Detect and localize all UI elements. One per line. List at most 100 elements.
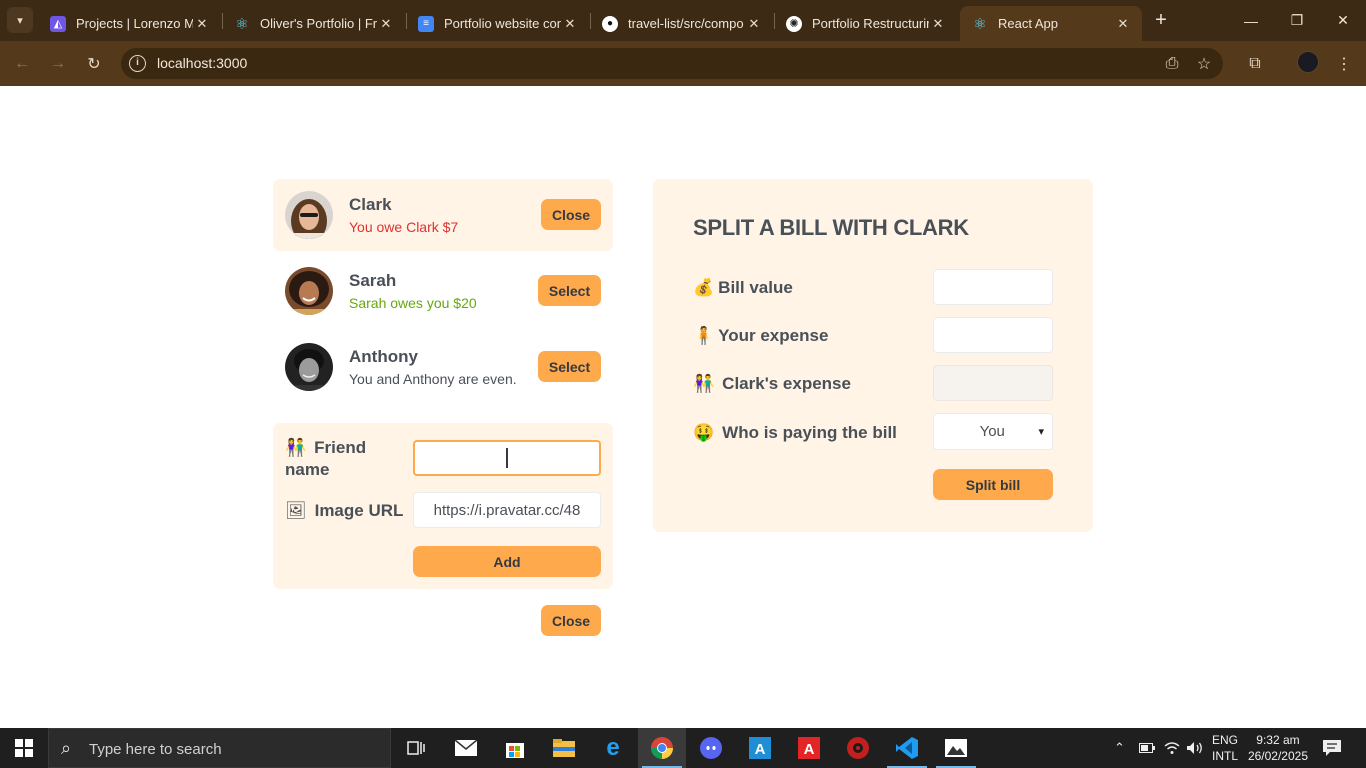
task-view-icon[interactable]	[392, 728, 440, 768]
edge-icon[interactable]: e	[589, 728, 637, 768]
close-tab-icon[interactable]: ✕	[745, 16, 763, 32]
close-tab-icon[interactable]: ✕	[377, 16, 395, 32]
game-app-icon[interactable]	[834, 728, 882, 768]
google-docs-icon: ≡	[418, 15, 434, 32]
split-bill-button[interactable]: Split bill	[933, 469, 1053, 500]
show-hidden-icons[interactable]: ⌃	[1114, 728, 1125, 768]
mail-icon[interactable]	[442, 728, 490, 768]
tab-title: React App	[998, 16, 1058, 31]
close-tab-icon[interactable]: ✕	[561, 16, 579, 32]
text-caret	[506, 448, 508, 468]
friend-name: Clark	[349, 195, 392, 214]
friend-name: Anthony	[349, 347, 418, 366]
close-tab-icon[interactable]: ✕	[1114, 16, 1132, 32]
friend-name: Sarah	[349, 271, 397, 290]
browser-menu-icon[interactable]: ⋮	[1331, 51, 1357, 77]
browser-tab-1[interactable]: ◭ Projects | Lorenzo Mis ✕	[38, 6, 221, 41]
tab-search-button[interactable]: ▾	[7, 7, 33, 33]
svg-text:A: A	[755, 741, 766, 758]
address-url[interactable]: localhost:3000	[157, 55, 247, 71]
friend-item-anthony: Anthony You and Anthony are even. Select	[273, 331, 613, 403]
image-url-label: 🖼 Image URL	[285, 501, 404, 520]
extensions-icon[interactable]: ⧉	[1242, 51, 1268, 77]
windows-taskbar: ⌕ Type here to search e A A ⌃ ENG INTL 9…	[0, 728, 1366, 768]
windows-logo-icon	[15, 739, 33, 757]
back-arrow-icon[interactable]: ←	[9, 51, 35, 77]
friend-balance: You owe Clark $7	[349, 219, 459, 235]
bookmark-star-icon[interactable]: ☆	[1191, 51, 1217, 77]
photos-icon[interactable]	[932, 728, 980, 768]
battery-icon[interactable]	[1139, 728, 1155, 768]
friend-name-input[interactable]	[413, 440, 601, 476]
your-expense-input[interactable]	[933, 317, 1053, 353]
profile-avatar[interactable]	[1297, 51, 1319, 73]
notifications-icon[interactable]	[1322, 728, 1342, 768]
couple-icon: 👫	[693, 374, 715, 393]
react-icon: ⚛	[973, 15, 987, 33]
friend-avatar	[285, 191, 333, 239]
money-face-icon: 🤑	[693, 423, 715, 442]
tab-title: Portfolio Restructurin	[812, 16, 929, 31]
split-bill-form: SPLIT A BILL WITH CLARK 💰 Bill value 🧍 You…	[653, 179, 1093, 532]
friend-item-clark: Clark You owe Clark $7 Close	[273, 179, 613, 251]
forward-arrow-icon[interactable]: →	[45, 51, 71, 77]
discord-icon[interactable]	[687, 728, 735, 768]
browser-tab-2[interactable]: ⚛ Oliver's Portfolio | Fro ✕	[222, 6, 405, 41]
azure-data-studio-icon[interactable]: A	[736, 728, 784, 768]
couple-icon: 👫	[285, 438, 307, 457]
image-url-input[interactable]: https://i.pravatar.cc/48	[413, 492, 601, 528]
add-friend-button[interactable]: Add	[413, 546, 601, 577]
browser-toolbar: ← → ↻ i localhost:3000 ⎙ ☆ ⧉ ⋮	[0, 41, 1366, 86]
search-icon: ⌕	[61, 738, 72, 758]
install-app-icon[interactable]: ⎙	[1159, 51, 1185, 77]
start-button[interactable]	[0, 728, 48, 768]
friend-item-sarah: Sarah Sarah owes you $20 Select	[273, 255, 613, 327]
browser-tab-3[interactable]: ≡ Portfolio website cont ✕	[406, 6, 589, 41]
address-bar[interactable]: i localhost:3000	[121, 48, 1223, 79]
split-bill-title: SPLIT A BILL WITH CLARK	[693, 215, 969, 240]
vscode-icon[interactable]	[883, 728, 931, 768]
glitch-icon: ◭	[50, 15, 66, 32]
react-icon: ⚛	[235, 15, 249, 33]
close-window-button[interactable]: ✕	[1320, 0, 1366, 41]
bill-value-label: 💰 Bill value	[693, 278, 793, 297]
site-info-icon[interactable]: i	[129, 55, 146, 72]
new-tab-button[interactable]: +	[1150, 8, 1172, 32]
svg-text:A: A	[804, 741, 815, 758]
github-icon: ●	[602, 15, 618, 32]
close-add-form-button[interactable]: Close	[541, 605, 601, 636]
select-friend-button[interactable]: Select	[538, 351, 601, 382]
browser-tab-4[interactable]: ● travel-list/src/compo ✕	[590, 6, 773, 41]
picture-icon: 🖼	[285, 501, 307, 520]
restore-button[interactable]: ❐	[1274, 0, 1320, 41]
reload-icon[interactable]: ↻	[81, 51, 107, 77]
add-friend-form: 👫 Friend name 🖼 Image URL https://i.pravat…	[273, 423, 613, 589]
browser-tab-active[interactable]: ⚛ React App ✕	[960, 6, 1142, 41]
bill-value-input[interactable]	[933, 269, 1053, 305]
friend-name-label: 👫 Friend name	[285, 438, 367, 479]
volume-icon[interactable]	[1186, 728, 1204, 768]
file-explorer-icon[interactable]	[540, 728, 588, 768]
browser-tab-strip: ▾ ◭ Projects | Lorenzo Mis ✕ ⚛ Oliver's …	[0, 0, 1366, 41]
store-icon[interactable]	[491, 728, 539, 768]
system-clock[interactable]: 9:32 am 26/02/2025	[1248, 732, 1308, 764]
taskbar-search[interactable]: ⌕ Type here to search	[48, 728, 391, 768]
close-tab-icon[interactable]: ✕	[929, 16, 947, 32]
minimize-button[interactable]: —	[1228, 0, 1274, 41]
clock-date: 26/02/2025	[1247, 749, 1308, 763]
your-expense-label: 🧍 Your expense	[693, 326, 829, 345]
tab-title: travel-list/src/compo	[628, 16, 744, 31]
friend-expense-label: 👫 Clark's expense	[693, 374, 851, 393]
acrobat-icon[interactable]: A	[785, 728, 833, 768]
payer-select[interactable]: You ▾	[933, 413, 1053, 450]
close-tab-icon[interactable]: ✕	[193, 16, 211, 32]
wifi-icon[interactable]	[1164, 728, 1180, 768]
input-language[interactable]: ENG INTL	[1212, 732, 1238, 764]
close-friend-button[interactable]: Close	[541, 199, 601, 230]
app-root: Clark You owe Clark $7 Close Sarah Sarah…	[0, 87, 1366, 728]
money-bag-icon: 💰	[693, 278, 715, 297]
browser-tab-5[interactable]: ✺ Portfolio Restructurin ✕	[774, 6, 957, 41]
friend-balance: You and Anthony are even.	[349, 371, 517, 387]
select-friend-button[interactable]: Select	[538, 275, 601, 306]
chrome-icon[interactable]	[638, 728, 686, 768]
